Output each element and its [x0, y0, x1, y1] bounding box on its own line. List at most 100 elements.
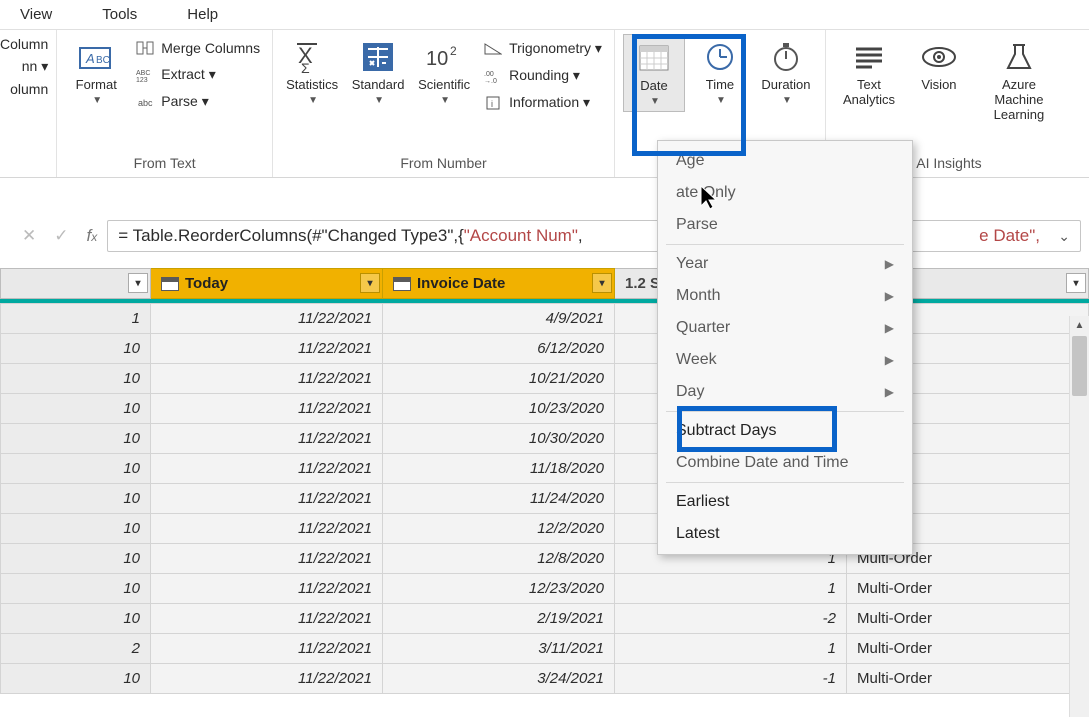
vertical-scrollbar[interactable]: ▲	[1069, 316, 1089, 717]
vision-button[interactable]: Vision	[908, 34, 970, 97]
col-today-label: Today	[185, 275, 228, 292]
scroll-up-icon[interactable]: ▲	[1070, 316, 1089, 334]
trunc-nn[interactable]: nn ▾	[0, 58, 48, 75]
parse-button[interactable]: abc Parse ▾	[131, 91, 264, 112]
expand-formula-icon[interactable]: ⌄	[1058, 228, 1070, 245]
rounding-button[interactable]: .00→.0 Rounding ▾	[479, 65, 606, 86]
col-today[interactable]: Today ▾	[151, 269, 383, 299]
table-row[interactable]: 1011/22/202112/8/20201Multi-Order	[1, 544, 1089, 574]
info-label: Information ▾	[509, 94, 590, 111]
format-button[interactable]: ABC Format ▼	[65, 34, 127, 110]
merge-columns-button[interactable]: Merge Columns	[131, 38, 264, 58]
trig-icon	[483, 41, 503, 57]
scientific-icon: 102	[424, 38, 464, 76]
svg-text:abc: abc	[138, 98, 153, 108]
table-row[interactable]: 1011/22/20216/12/2020rder	[1, 334, 1089, 364]
formula-input[interactable]: = Table.ReorderColumns(#"Changed Type3",…	[107, 220, 1081, 252]
cell-invoice: 3/11/2021	[383, 634, 615, 664]
group-label-ai: AI Insights	[916, 151, 981, 175]
cell-today: 11/22/2021	[151, 664, 383, 694]
svg-text:2: 2	[450, 44, 457, 58]
statistics-button[interactable]: XΣ Statistics▼	[281, 34, 343, 110]
group-label-from-text: From Text	[134, 151, 196, 175]
commit-formula-icon[interactable]: ✓	[54, 226, 68, 246]
cell-today: 11/22/2021	[151, 394, 383, 424]
scientific-label: Scientific	[418, 78, 470, 93]
menu-date-only[interactable]: ate Only	[658, 177, 912, 209]
submenu-arrow-icon: ▶	[885, 321, 894, 335]
filter-dropdown-icon[interactable]: ▾	[360, 273, 380, 293]
menu-month[interactable]: Month▶	[658, 280, 912, 312]
table-row[interactable]: 1011/22/20212/19/2021-2Multi-Order	[1, 604, 1089, 634]
cell-today: 11/22/2021	[151, 514, 383, 544]
table-row[interactable]: 1011/22/202111/24/2020rder	[1, 484, 1089, 514]
table-row[interactable]: 1011/22/202111/18/2020rder	[1, 454, 1089, 484]
col-index[interactable]: ▾	[1, 269, 151, 299]
fx-icon[interactable]: fx	[87, 226, 98, 246]
duration-button[interactable]: Duration▼	[755, 34, 817, 110]
cell-today: 11/22/2021	[151, 544, 383, 574]
date-type-icon	[161, 277, 179, 291]
table-row[interactable]: 1011/22/202112/2/2020rder	[1, 514, 1089, 544]
trunc-column[interactable]: Column	[0, 36, 48, 52]
menu-latest[interactable]: Latest	[658, 518, 912, 550]
azure-ml-button[interactable]: Azure Machine Learning	[974, 34, 1064, 127]
cell-invoice: 11/24/2020	[383, 484, 615, 514]
filter-dropdown-icon[interactable]: ▾	[128, 273, 148, 293]
cell-invoice: 11/18/2020	[383, 454, 615, 484]
formula-text-post: ,	[578, 226, 583, 246]
menu-combine[interactable]: Combine Date and Time	[658, 447, 912, 479]
table-row[interactable]: 1011/22/202112/23/20201Multi-Order	[1, 574, 1089, 604]
scroll-thumb[interactable]	[1072, 336, 1087, 396]
filter-dropdown-icon[interactable]: ▾	[1066, 273, 1086, 293]
date-dropdown-menu: Age ate Only Parse Year▶ Month▶ Quarter▶…	[657, 140, 913, 555]
menu-help[interactable]: Help	[187, 6, 218, 23]
cell-s: -1	[615, 664, 847, 694]
chevron-down-icon: ▼	[92, 95, 102, 107]
date-button[interactable]: Date▼	[623, 34, 685, 112]
menu-week[interactable]: Week▶	[658, 344, 912, 376]
table-row[interactable]: 1011/22/202110/30/2020rder	[1, 424, 1089, 454]
table-row[interactable]: 1011/22/20213/24/2021-1Multi-Order	[1, 664, 1089, 694]
trigonometry-button[interactable]: Trigonometry ▾	[479, 38, 606, 59]
menu-earliest[interactable]: Earliest	[658, 486, 912, 518]
cell-s: 1	[615, 634, 847, 664]
menu-age[interactable]: Age	[658, 145, 912, 177]
cell-index: 10	[1, 454, 151, 484]
cell-invoice: 12/2/2020	[383, 514, 615, 544]
svg-text:Σ: Σ	[301, 60, 310, 73]
standard-button[interactable]: Standard▼	[347, 34, 409, 110]
table-row[interactable]: 211/22/20213/11/20211Multi-Order	[1, 634, 1089, 664]
information-button[interactable]: i Information ▾	[479, 92, 606, 113]
menu-subtract-days[interactable]: Subtract Days	[658, 415, 912, 447]
formula-bar: ✕ ✓ fx = Table.ReorderColumns(#"Changed …	[0, 216, 1089, 256]
col-invoice-date[interactable]: Invoice Date▾	[383, 269, 615, 299]
cell-account-type: Multi-Order	[847, 574, 1089, 604]
format-icon: ABC	[76, 38, 116, 76]
svg-text:.00: .00	[484, 71, 494, 78]
svg-text:→.0: →.0	[484, 78, 497, 83]
format-label: Format	[76, 78, 117, 93]
cancel-formula-icon[interactable]: ✕	[22, 226, 36, 246]
trunc-olumn[interactable]: olumn	[0, 81, 48, 97]
menu-quarter[interactable]: Quarter▶	[658, 312, 912, 344]
menu-parse[interactable]: Parse	[658, 209, 912, 241]
table-row[interactable]: 1011/22/202110/21/2020rder	[1, 364, 1089, 394]
text-analytics-button[interactable]: Text Analytics	[834, 34, 904, 112]
info-icon: i	[483, 95, 503, 111]
stopwatch-icon	[766, 38, 806, 76]
menu-year[interactable]: Year▶	[658, 248, 912, 280]
menu-view[interactable]: View	[20, 6, 52, 23]
extract-button[interactable]: ABC123 Extract ▾	[131, 64, 264, 85]
table-row[interactable]: 1011/22/202110/23/2020rder	[1, 394, 1089, 424]
menu-day[interactable]: Day▶	[658, 376, 912, 408]
stats-label: Statistics	[286, 78, 338, 93]
table-row[interactable]: 111/22/20214/9/2021rder	[1, 304, 1089, 334]
scientific-button[interactable]: 102 Scientific▼	[413, 34, 475, 110]
menu-tools[interactable]: Tools	[102, 6, 137, 23]
date-type-icon	[393, 277, 411, 291]
cell-today: 11/22/2021	[151, 454, 383, 484]
time-button[interactable]: Time▼	[689, 34, 751, 110]
filter-dropdown-icon[interactable]: ▾	[592, 273, 612, 293]
calendar-icon	[634, 39, 674, 77]
